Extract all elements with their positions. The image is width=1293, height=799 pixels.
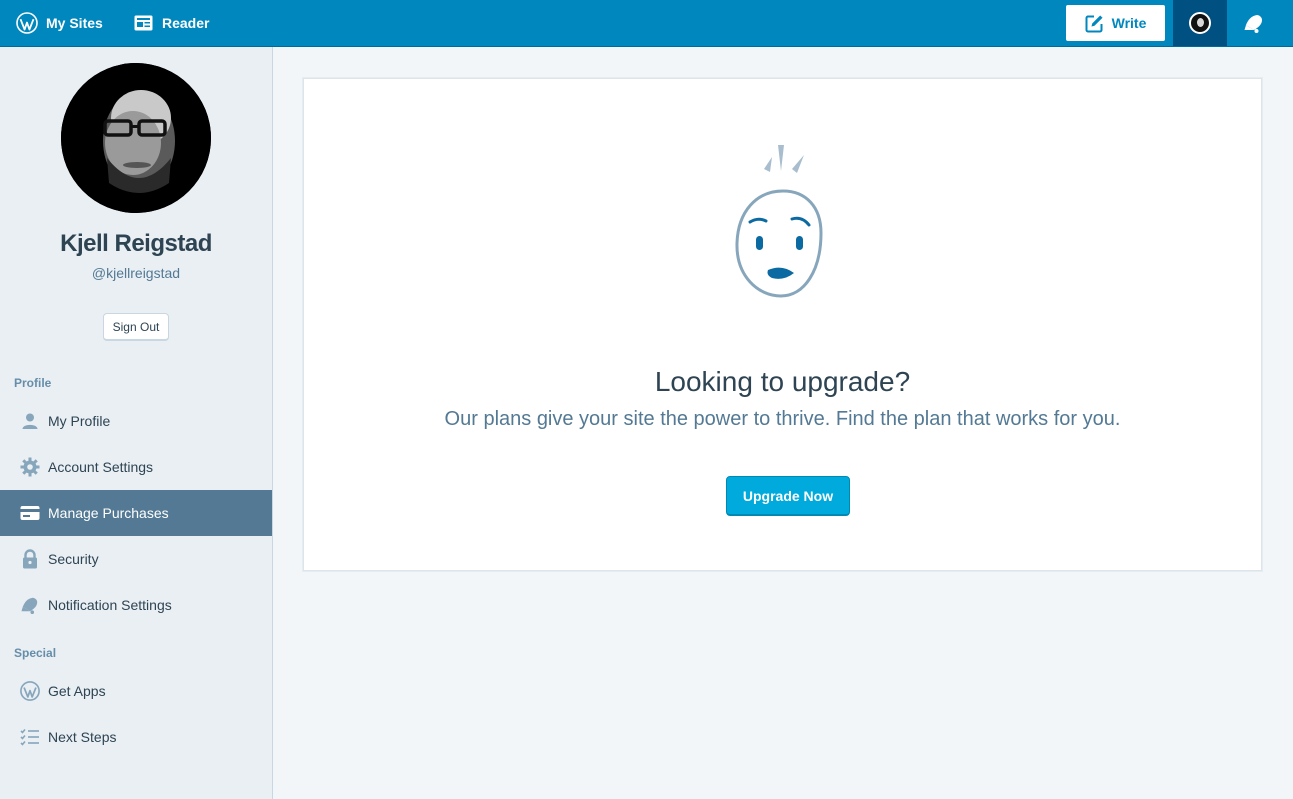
sidebar-item-label: Notification Settings <box>48 597 172 613</box>
masterbar-avatar <box>1189 12 1211 34</box>
write-label: Write <box>1111 15 1147 31</box>
upgrade-title: Looking to upgrade? <box>654 366 911 397</box>
me-button[interactable] <box>1173 0 1227 46</box>
sidebar-item-next-steps[interactable]: Next Steps <box>0 714 272 760</box>
wordpress-logo-icon <box>20 681 40 701</box>
sidebar-item-account-settings[interactable]: Account Settings <box>0 444 272 490</box>
sidebar-item-label: Account Settings <box>48 459 154 475</box>
profile-avatar[interactable] <box>61 63 211 213</box>
surprised-face-illustration <box>735 145 823 298</box>
masterbar: My Sites Reader Write <box>0 0 1293 47</box>
upgrade-now-button[interactable]: Upgrade Now <box>726 476 850 516</box>
sidebar-item-notification-settings[interactable]: Notification Settings <box>0 582 272 628</box>
sign-out-button[interactable]: Sign Out <box>103 313 169 341</box>
reader-button[interactable]: Reader <box>134 0 209 46</box>
sidebar-item-label: Next Steps <box>48 729 117 745</box>
section-heading-profile: Profile <box>14 376 52 390</box>
write-button[interactable]: Write <box>1066 5 1165 41</box>
gear-icon <box>20 457 40 477</box>
upgrade-description: Our plans give your site the power to th… <box>444 408 1121 430</box>
reader-label: Reader <box>162 15 210 31</box>
profile-name: Kjell Reigstad <box>60 230 212 257</box>
sidebar-item-label: My Profile <box>48 413 111 429</box>
user-icon <box>20 411 40 431</box>
sidebar-item-label: Security <box>48 551 99 567</box>
checklist-icon <box>20 727 40 747</box>
lock-icon <box>20 549 40 569</box>
wordpress-logo-icon <box>16 12 38 34</box>
sidebar-item-label: Manage Purchases <box>48 505 169 521</box>
section-heading-special: Special <box>14 646 57 660</box>
bell-icon <box>1244 15 1262 33</box>
profile-username: @kjellreigstad <box>91 265 181 281</box>
credit-card-icon <box>20 503 40 523</box>
sidebar-item-get-apps[interactable]: Get Apps <box>0 668 272 714</box>
bell-icon <box>20 595 40 615</box>
my-sites-button[interactable]: My Sites <box>16 0 103 46</box>
my-sites-label: My Sites <box>46 15 103 31</box>
sidebar-item-my-profile[interactable]: My Profile <box>0 398 272 444</box>
edit-icon <box>1085 15 1103 32</box>
sidebar-item-label: Get Apps <box>48 683 106 699</box>
sidebar-item-manage-purchases[interactable]: Manage Purchases <box>0 490 272 536</box>
profile-photo <box>61 63 211 213</box>
reader-icon <box>134 15 153 31</box>
sidebar-item-security[interactable]: Security <box>0 536 272 582</box>
upgrade-card: Looking to upgrade? Our plans give your … <box>303 78 1262 571</box>
notifications-button[interactable] <box>1233 0 1275 46</box>
sidebar: Kjell Reigstad @kjellreigstad Sign Out P… <box>0 47 273 799</box>
